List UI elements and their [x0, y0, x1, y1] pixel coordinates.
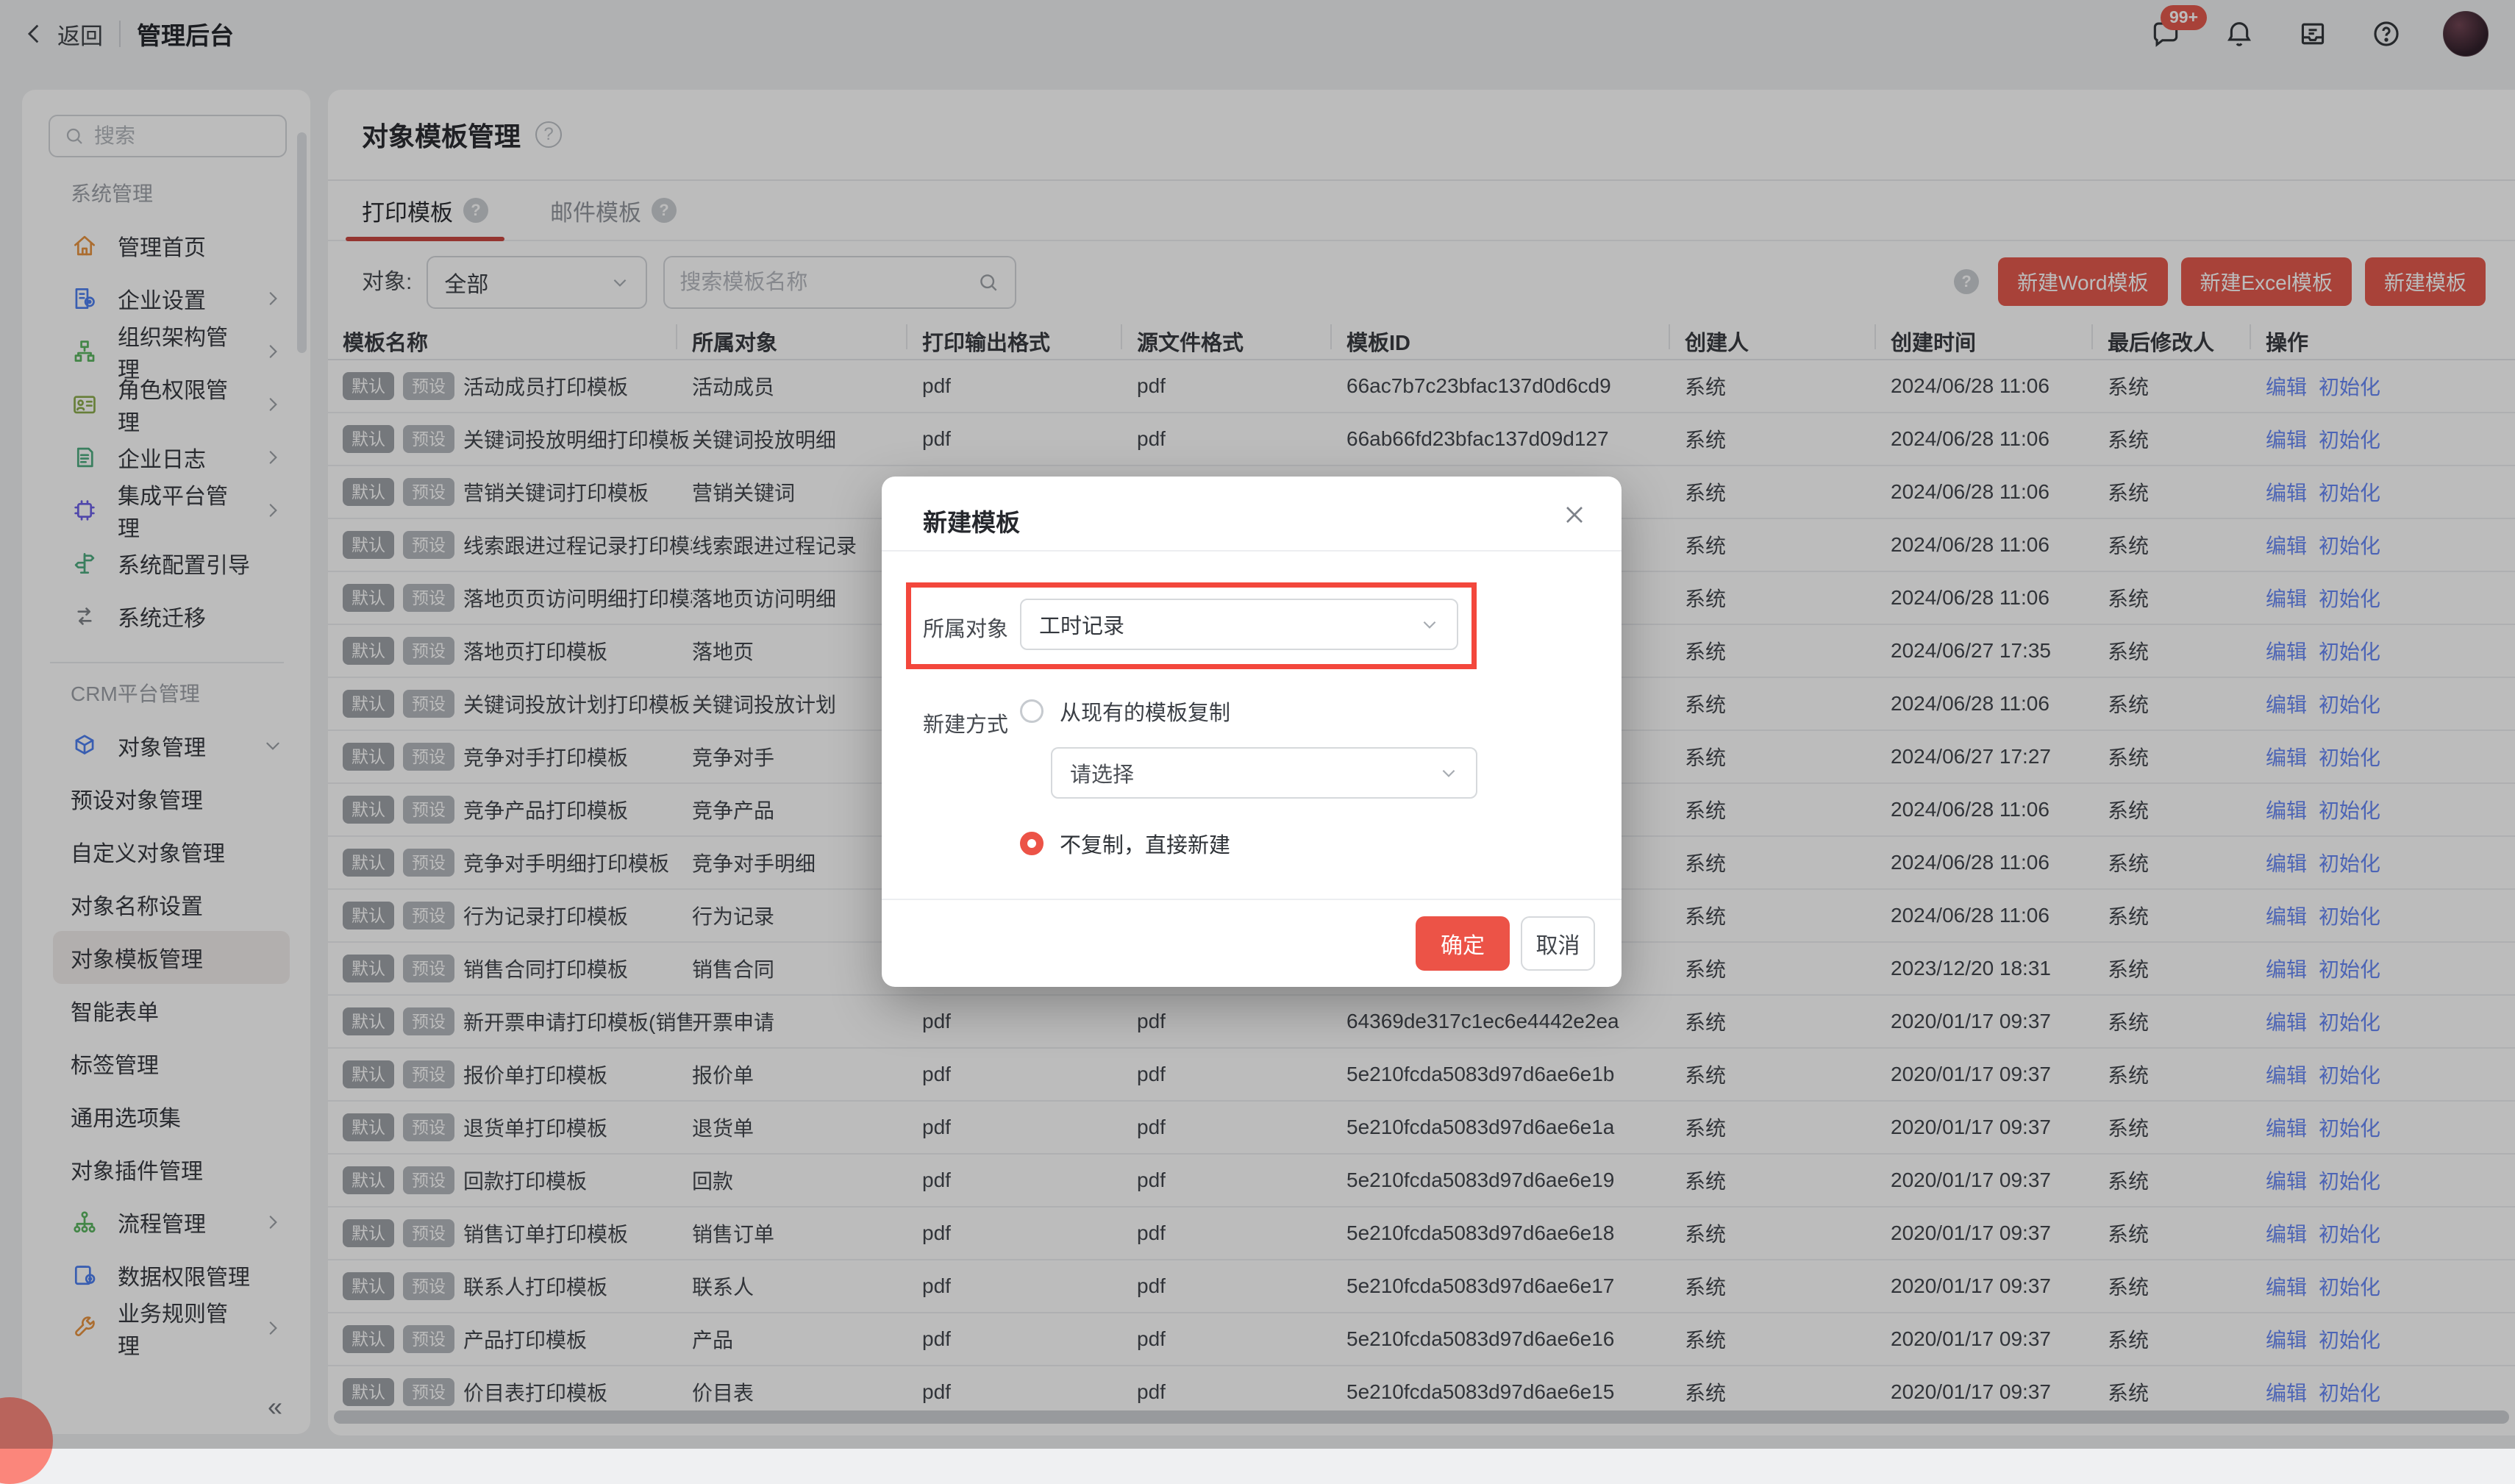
cancel-button[interactable]: 取消	[1521, 916, 1595, 971]
confirm-button[interactable]: 确定	[1416, 916, 1510, 971]
radio-new-label: 不复制，直接新建	[1060, 828, 1230, 859]
chevron-down-icon	[1439, 763, 1458, 782]
object-field-label: 所属对象	[923, 612, 1008, 643]
modal-divider	[882, 550, 1622, 552]
chevron-down-icon	[1420, 615, 1439, 634]
radio-off-icon	[1020, 699, 1044, 723]
copy-source-select[interactable]: 请选择	[1051, 747, 1477, 799]
object-select[interactable]: 工时记录	[1020, 599, 1458, 650]
radio-on-icon	[1020, 832, 1044, 855]
new-template-modal: 新建模板 所属对象 工时记录 新建方式 从现有的模板复制 请选择 不复制，直接新…	[882, 477, 1622, 987]
radio-copy-label: 从现有的模板复制	[1060, 696, 1230, 727]
copy-source-placeholder: 请选择	[1070, 757, 1134, 788]
admin-console: 返回 管理后台 99+ 系统管理管理首页企业设置组织架构管理角	[0, 0, 2515, 1449]
radio-copy-existing[interactable]: 从现有的模板复制	[1020, 696, 1230, 727]
method-field-label: 新建方式	[923, 707, 1008, 738]
modal-footer-divider	[882, 899, 1622, 900]
modal-title: 新建模板	[923, 503, 1020, 538]
object-select-value: 工时记录	[1039, 609, 1124, 640]
radio-create-new[interactable]: 不复制，直接新建	[1020, 828, 1230, 859]
close-icon[interactable]	[1560, 500, 1589, 529]
